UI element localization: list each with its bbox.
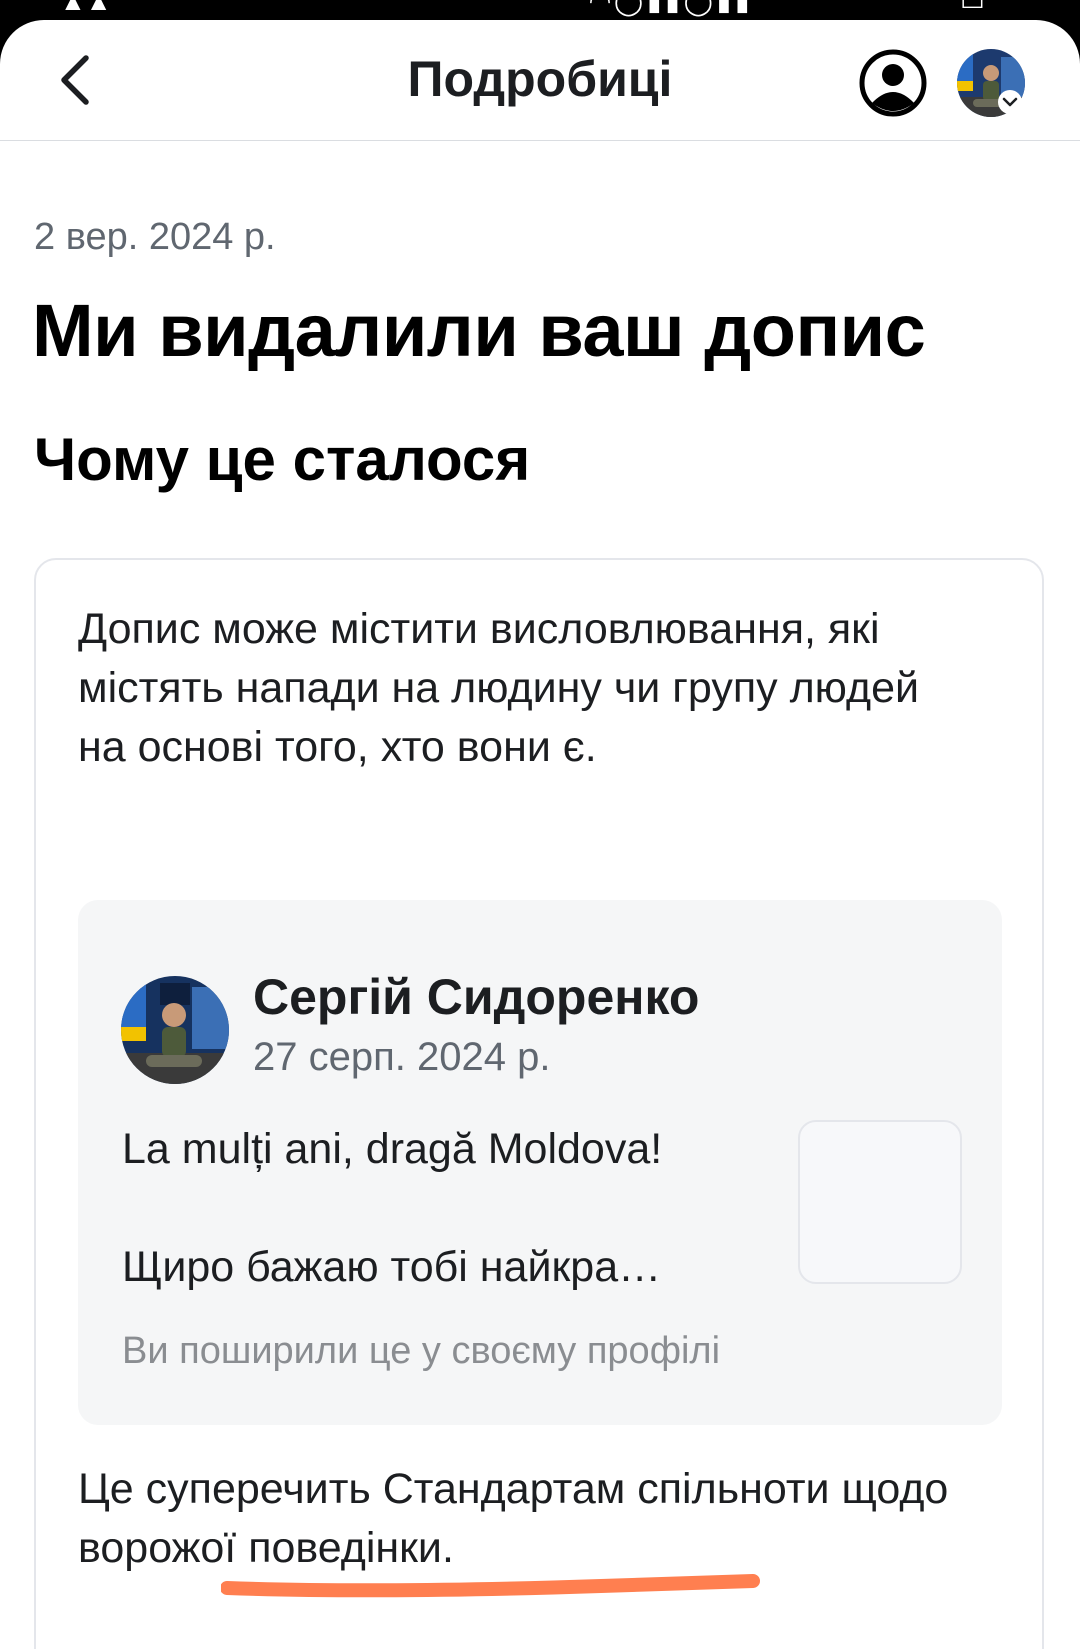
notice-date: 2 вер. 2024 р. xyxy=(34,216,276,258)
status-icons: ◠◯▮▮◯▮▮ xyxy=(590,0,754,16)
post-author-name: Сергій Сидоренко xyxy=(253,969,700,1025)
post-shared-note: Ви поширили це у своєму профілі xyxy=(122,1330,721,1372)
removed-post-preview[interactable]: Сергій Сидоренко 27 серп. 2024 р. La mul… xyxy=(78,900,1002,1425)
info-icon xyxy=(76,1640,136,1649)
orange-underline-annotation xyxy=(221,1574,760,1598)
reason-card: Допис може містити висловлювання, які мі… xyxy=(34,558,1044,1649)
status-bar: ▲▲ ◠◯▮▮◯▮▮ ▭ xyxy=(0,0,1080,22)
reason-text: Допис може містити висловлювання, які мі… xyxy=(78,605,919,771)
post-thumbnail xyxy=(798,1120,962,1284)
reason-heading: Чому це сталося xyxy=(34,426,531,493)
notice-headline: Ми видалили ваш допис xyxy=(32,289,926,372)
profile-button[interactable] xyxy=(857,47,929,119)
battery-icon: ▭ xyxy=(960,0,985,16)
avatar-chevron[interactable] xyxy=(998,90,1022,114)
top-app-bar: Подробиці xyxy=(0,20,1080,141)
details-sheet: Подробиці 2 вер. 2024 р. Ми видалили ваш… xyxy=(0,20,1080,1649)
post-author-avatar xyxy=(120,975,230,1085)
user-circle-icon xyxy=(859,49,927,117)
post-text-line-1: La mulți ani, dragă Moldova! xyxy=(122,1125,663,1173)
status-time: ▲▲ xyxy=(60,0,112,16)
policy-text: Це суперечить Стандартам спільноти щодо … xyxy=(78,1465,949,1572)
post-text-line-2: Щиро бажаю тобі найкра… xyxy=(122,1243,662,1291)
post-date: 27 серп. 2024 р. xyxy=(253,1035,551,1079)
chevron-down-icon xyxy=(1002,97,1018,107)
